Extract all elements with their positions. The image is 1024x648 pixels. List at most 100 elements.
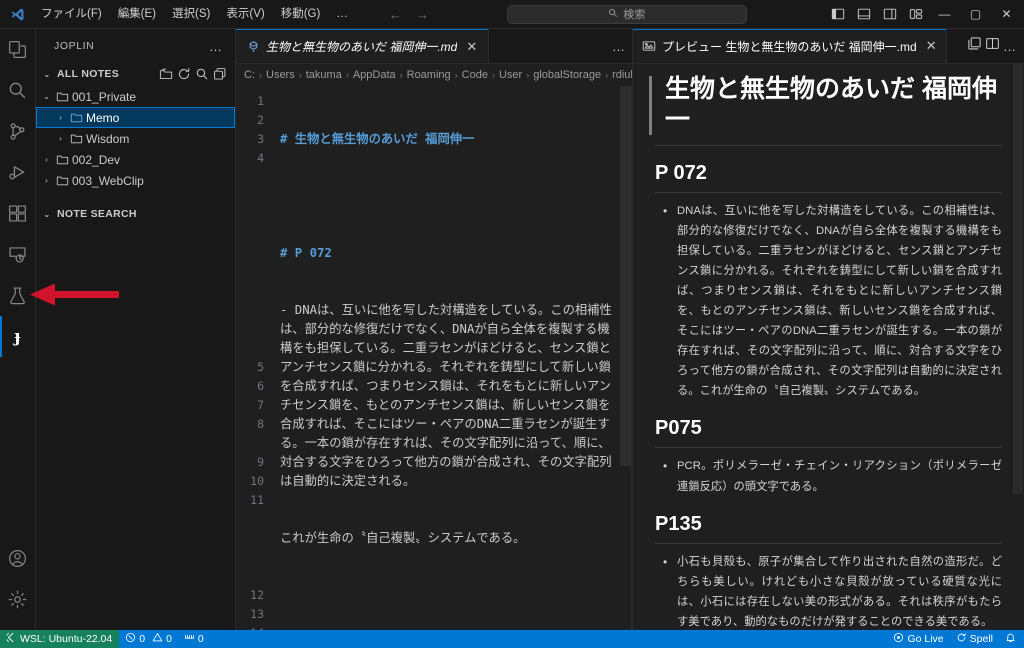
breadcrumb-item[interactable]: Roaming [407,69,451,81]
activity-bar-item-remote-explorer[interactable] [0,234,36,275]
activity-bar-item-extensions[interactable] [0,193,36,234]
tree-row[interactable]: › Memo [36,107,235,128]
status-ports[interactable]: 0 [178,630,210,648]
tree-row[interactable]: › 002_Dev [36,149,235,170]
sidebar-more-actions[interactable]: … [209,39,227,54]
preview-tab-actions: … [967,29,1024,63]
tree-row[interactable]: › 003_WebClip [36,170,235,191]
code-line: # 生物と無生物のあいだ 福岡伸一 [280,132,475,146]
activity-bar-item-source-control[interactable] [0,111,36,152]
breadcrumb-item[interactable]: C: [244,69,255,81]
activity-bar: ɟ [0,29,36,630]
tree-row-label: 002_Dev [72,152,121,167]
breadcrumb-item[interactable]: takuma [306,69,342,81]
breadcrumb-item[interactable]: User [499,69,522,81]
code-line: # P 072 [280,246,332,260]
command-center-search[interactable]: 検索 [506,4,747,24]
menu-file[interactable]: ファイル(F) [34,4,109,24]
tab-close-icon[interactable]: ✕ [463,38,480,55]
workbench-body: ɟ JOPLIN … ⌄ ALL NOTES ⌄ 001_Private › M… [0,29,1024,630]
tab-markdown-preview[interactable]: プレビュー 生物と無生物のあいだ 福岡伸一.md ✕ [633,29,947,63]
forward-arrow-icon[interactable]: → [416,7,429,22]
back-arrow-icon[interactable]: ← [389,7,402,22]
menu-selection[interactable]: 選択(S) [165,4,217,24]
sidebar-title: JOPLIN … [36,29,235,63]
customize-layout-icon[interactable] [903,3,929,25]
refresh-icon[interactable] [177,67,191,81]
editor-more-actions-icon[interactable]: … [612,39,626,54]
line-number: 9 [257,455,264,469]
tree-row[interactable]: ⌄ 001_Private [36,86,235,107]
preview-list: 小石も貝殻も、原子が集合して作り出された自然の造形だ。どちらも美しい。けれども小… [655,552,1002,630]
line-number: 13 [250,607,264,621]
editor-scrollbar[interactable] [620,86,631,630]
breadcrumb-separator-icon: › [298,70,302,80]
vscode-logo-icon [0,7,34,22]
preview-tab-close-icon[interactable]: ✕ [923,36,940,56]
breadcrumb-item[interactable]: Code [462,69,488,81]
activity-bar-item-run-and-debug[interactable] [0,152,36,193]
activity-bar-item-search[interactable] [0,70,36,111]
tab-markdown-note[interactable]: 生物と無生物のあいだ 福岡伸一.md ✕ [236,29,490,63]
code-content[interactable]: # 生物と無生物のあいだ 福岡伸一 # P 072 - DNAは、互いに他を写し… [274,86,632,630]
chevron-down-icon[interactable]: ⌄ [40,92,53,101]
breadcrumb-separator-icon: › [526,70,530,80]
activity-bar-item-joplin[interactable]: ɟ [0,316,36,357]
maximize-button[interactable]: ▢ [960,0,991,28]
status-problems[interactable]: 0 0 [119,630,178,648]
preview-more-actions-icon[interactable]: … [1003,39,1017,54]
activity-bar-item-accounts[interactable] [0,538,36,579]
menu-more[interactable]: … [329,4,355,24]
editor-scrollbar-thumb[interactable] [620,86,631,466]
chevron-right-icon[interactable]: › [54,113,67,122]
close-button[interactable]: ✕ [991,0,1022,28]
sidebar-section-all-notes[interactable]: ⌄ ALL NOTES [36,63,235,85]
line-number: 14 [236,624,274,630]
menu-view[interactable]: 表示(V) [219,4,271,24]
breadcrumb-item[interactable]: rdiuli.joplin-v [612,69,632,81]
minimize-button[interactable]: — [929,0,960,28]
text-editor[interactable]: 1 2 3 4 5 6 7 8 9 10 11 12 13 14 [236,86,632,630]
editor-tabs-bar: 生物と無生物のあいだ 福岡伸一.md ✕ … [236,29,632,64]
toggle-secondary-sidebar-icon[interactable] [877,3,903,25]
preview-scrollbar[interactable] [1013,64,1023,630]
breadcrumb-item[interactable]: AppData [353,69,396,81]
split-editor-right-icon[interactable] [967,36,982,56]
line-number: 8 [257,417,264,431]
side-bar: JOPLIN … ⌄ ALL NOTES ⌄ 001_Private › Mem… [36,29,236,630]
preview-scrollbar-thumb[interactable] [1013,64,1023,494]
menu-go[interactable]: 移動(G) [274,4,328,24]
toggle-primary-sidebar-icon[interactable] [825,3,851,25]
markdown-preview-content[interactable]: 生物と無生物のあいだ 福岡伸一 P 072 DNAは、互いに他を写した対構造をし… [633,64,1024,630]
list-item: 小石も貝殻も、原子が集合して作り出された自然の造形だ。どちらも美しい。けれども小… [663,552,1002,630]
line-number: 11 [250,493,264,507]
status-remote-indicator[interactable]: WSL: Ubuntu-22.04 [0,630,120,648]
lock-preview-icon[interactable] [985,36,1000,56]
chevron-right-icon[interactable]: › [40,155,53,164]
sidebar-section-label: ALL NOTES [57,68,120,80]
new-folder-icon[interactable] [159,67,173,81]
line-number: 1 [257,94,264,108]
breadcrumb-item[interactable]: Users [266,69,295,81]
chevron-right-icon[interactable]: › [54,134,67,143]
menu-bar[interactable]: ファイル(F) 編集(E) 選択(S) 表示(V) 移動(G) … [34,4,355,24]
activity-bar-item-testing[interactable] [0,275,36,316]
status-spell[interactable]: Spell [950,630,999,648]
toggle-panel-icon[interactable] [851,3,877,25]
chevron-right-icon[interactable]: › [40,176,53,185]
minimap-edge [631,86,632,630]
status-notifications[interactable] [999,630,1024,648]
error-icon [125,632,136,646]
collapse-all-icon[interactable] [213,67,227,81]
tree-row[interactable]: › Wisdom [36,128,235,149]
breadcrumb-item[interactable]: globalStorage [533,69,601,81]
search-icon[interactable] [195,67,209,81]
sidebar-section-note-search[interactable]: ⌄ NOTE SEARCH [36,203,235,225]
activity-bar-item-explorer[interactable] [0,29,36,70]
preview-heading: P075 [655,415,1002,449]
status-go-live[interactable]: Go Live [887,630,949,648]
breadcrumb-separator-icon: › [454,70,458,80]
activity-bar-item-manage[interactable] [0,579,36,620]
preview-tabs-bar: プレビュー 生物と無生物のあいだ 福岡伸一.md ✕ … [633,29,1024,64]
menu-edit[interactable]: 編集(E) [111,4,163,24]
